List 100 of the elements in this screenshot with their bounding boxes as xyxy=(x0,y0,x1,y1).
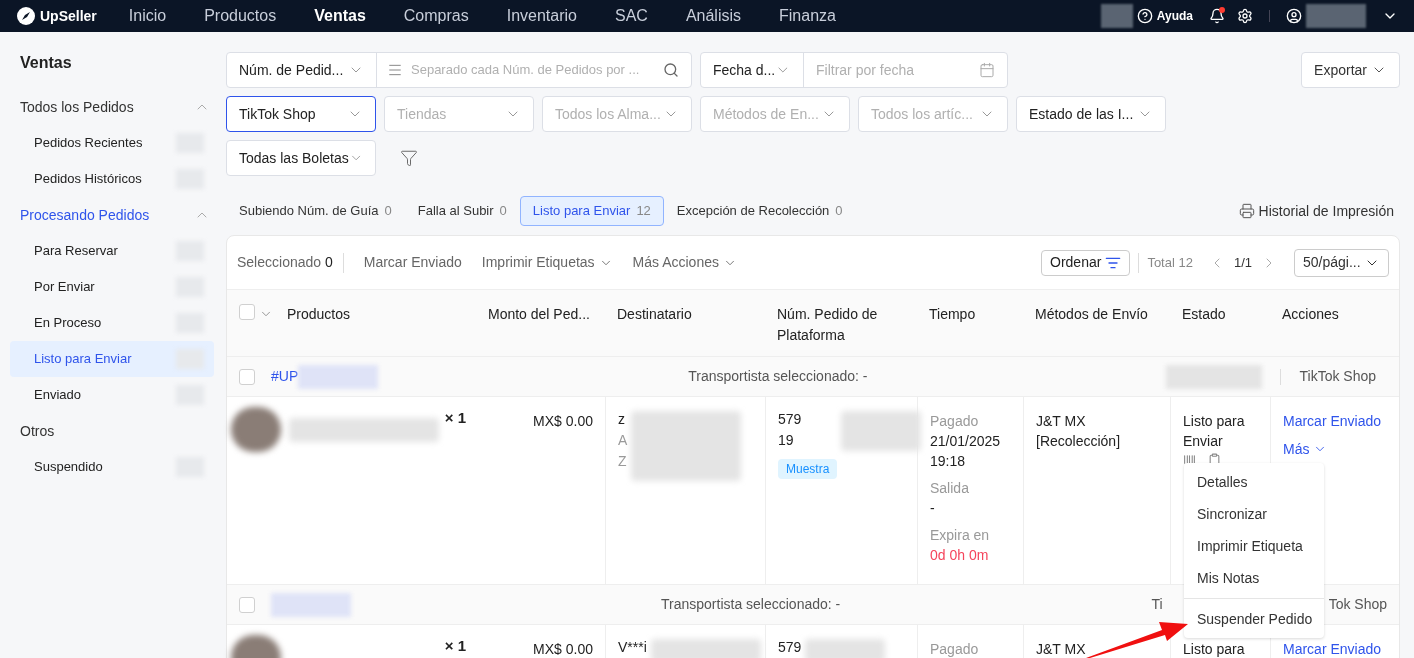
status-tab[interactable]: Listo para Enviar 12 xyxy=(519,196,664,226)
quantity-text: × 1 xyxy=(444,636,466,656)
recipient-text: z xyxy=(618,411,626,427)
user-icon[interactable] xyxy=(1286,8,1302,24)
menu-item[interactable]: Sincronizar xyxy=(1184,498,1324,530)
time-value: - xyxy=(930,499,936,518)
carrier-text: Transportista seleccionado: - xyxy=(688,367,868,386)
sort-button[interactable]: Ordenar xyxy=(1041,249,1131,276)
sidebar-item[interactable]: Listo para Enviar xyxy=(10,341,214,377)
filter-icon[interactable] xyxy=(400,149,418,167)
column-header: Métodos de Envío xyxy=(1035,306,1148,322)
time-value: 21/01/2025 19:18 xyxy=(930,432,1002,471)
time-label: Pagado xyxy=(930,412,980,431)
select-field[interactable]: Todas las Boletas xyxy=(226,140,376,176)
sidebar-group[interactable]: Otros xyxy=(10,413,214,449)
sidebar-item[interactable]: Por Enviar xyxy=(10,269,214,305)
date-field[interactable]: Fecha d... Filtrar por fecha xyxy=(700,52,1008,88)
checkbox[interactable] xyxy=(239,368,255,385)
time-label: Expira en xyxy=(930,526,991,545)
sidebar-item[interactable]: Pedidos Históricos xyxy=(10,161,214,197)
help-link[interactable]: Ayuda xyxy=(1156,7,1193,25)
menu-item[interactable]: Mis Notas xyxy=(1184,562,1324,594)
total-count: Total 12 xyxy=(1147,253,1193,272)
menu-item[interactable]: Suspender Pedido xyxy=(1184,603,1324,635)
column-header: Tiempo xyxy=(929,306,976,322)
page-indicator: 1/1 xyxy=(1233,253,1252,272)
recipient-text: V***i xyxy=(618,639,647,655)
menu-item[interactable]: Detalles xyxy=(1184,466,1324,498)
date-input[interactable]: Filtrar por fecha xyxy=(816,59,967,81)
sidebar-item[interactable]: Para Reservar xyxy=(10,233,214,269)
logo-icon xyxy=(16,6,36,26)
order-id-link[interactable]: #UP xyxy=(271,366,299,387)
recipient-text: Z xyxy=(618,453,628,469)
toolbar-action[interactable]: Marcar Enviado xyxy=(363,252,462,273)
time-label: Salida xyxy=(930,479,970,498)
platform-order-number: 579 xyxy=(778,411,803,427)
quantity-text: × 1 xyxy=(444,408,466,428)
list-icon xyxy=(387,62,403,78)
search-field[interactable]: Núm. de Pedid... Separado cada Núm. de Pedidos por ... xyxy=(226,52,692,88)
checkbox[interactable] xyxy=(239,596,255,613)
status-text: Listo para xyxy=(1183,640,1246,658)
status-tab[interactable]: Subiendo Núm. de Guía 0 xyxy=(226,196,405,226)
nav-item[interactable]: Productos xyxy=(204,4,277,28)
print-history-link[interactable]: Historial de Impresión xyxy=(1258,200,1400,222)
nav-item[interactable]: Inicio xyxy=(128,4,167,28)
logo-text: UpSeller xyxy=(40,6,97,26)
sidebar-item[interactable]: Pedidos Recientes xyxy=(10,125,214,161)
platform-name: Tok Shop xyxy=(1328,595,1387,614)
field-selector[interactable]: Núm. de Pedid... xyxy=(239,59,344,81)
toolbar-action[interactable]: Más Acciones xyxy=(632,252,737,273)
menu-item[interactable]: Imprimir Etiqueta xyxy=(1184,530,1324,562)
selected-count: Seleccionado 0 xyxy=(237,253,333,272)
status-tab[interactable]: Excepción de Recolección 0 xyxy=(663,196,856,226)
amount-text: MX$ 0.00 xyxy=(533,413,593,429)
status-text: Listo para Enviar xyxy=(1183,412,1246,451)
nav-item[interactable]: SAC xyxy=(615,4,648,28)
nav-item[interactable]: Inventario xyxy=(506,4,577,28)
column-header: Núm. Pedido de Plataforma xyxy=(777,306,878,343)
carrier-text: Transportista seleccionado: - xyxy=(661,595,841,614)
field-selector[interactable]: Fecha d... xyxy=(713,59,776,81)
nav-item[interactable]: Análisis xyxy=(685,4,742,28)
settings-icon[interactable] xyxy=(1237,8,1253,24)
recipient-text: A xyxy=(618,432,628,448)
time-value: 0d 0h 0m xyxy=(930,546,990,565)
export-button[interactable]: Exportar xyxy=(1301,52,1400,88)
amount-text: MX$ 0.00 xyxy=(533,641,593,657)
nav-item[interactable]: Compras xyxy=(403,4,469,28)
column-header: Monto del Ped... xyxy=(488,306,590,322)
search-icon[interactable] xyxy=(663,62,679,78)
calendar-icon xyxy=(979,62,995,78)
nav-item[interactable]: Finanza xyxy=(779,4,836,28)
barcode-icon[interactable] xyxy=(1183,453,1196,466)
shipping-method: J&T MX [Recolección] xyxy=(1036,413,1121,449)
sidebar-title: Ventas xyxy=(19,53,73,73)
time-label: Pagado xyxy=(930,640,980,658)
redaction-blur xyxy=(231,407,281,452)
select-field[interactable]: Estado de las I... xyxy=(1016,96,1166,132)
sidebar-item[interactable]: Suspendido xyxy=(10,449,214,485)
notification-icon[interactable] xyxy=(1209,8,1225,24)
column-header: Destinatario xyxy=(617,306,692,322)
action-link[interactable]: Marcar Enviado xyxy=(1283,639,1382,658)
action-link[interactable]: Más xyxy=(1283,439,1328,459)
platform-name: Ti xyxy=(1151,595,1163,614)
sidebar-group[interactable]: Todos los Pedidos xyxy=(10,89,214,125)
nav-item[interactable]: Ventas xyxy=(314,4,366,28)
page-size-select[interactable]: 50/pági... xyxy=(1294,248,1389,277)
sidebar-item[interactable]: Enviado xyxy=(10,377,214,413)
help-icon[interactable] xyxy=(1136,8,1153,24)
status-tab[interactable]: Falla al Subir 0 xyxy=(404,196,520,226)
select-field[interactable]: TikTok Shop xyxy=(226,96,376,132)
column-header: Acciones xyxy=(1282,306,1339,322)
action-link[interactable]: Marcar Enviado xyxy=(1283,411,1382,431)
checkbox[interactable] xyxy=(239,304,255,320)
search-input[interactable]: Separado cada Núm. de Pedidos por ... xyxy=(411,60,651,80)
sample-tag: Muestra xyxy=(778,459,838,479)
printer-icon[interactable] xyxy=(1238,203,1255,219)
sidebar-group[interactable]: Procesando Pedidos xyxy=(10,197,214,233)
toolbar-action[interactable]: Imprimir Etiquetas xyxy=(481,252,613,273)
sidebar-item[interactable]: En Proceso xyxy=(10,305,214,341)
shipping-method: J&T MX xyxy=(1036,641,1086,657)
